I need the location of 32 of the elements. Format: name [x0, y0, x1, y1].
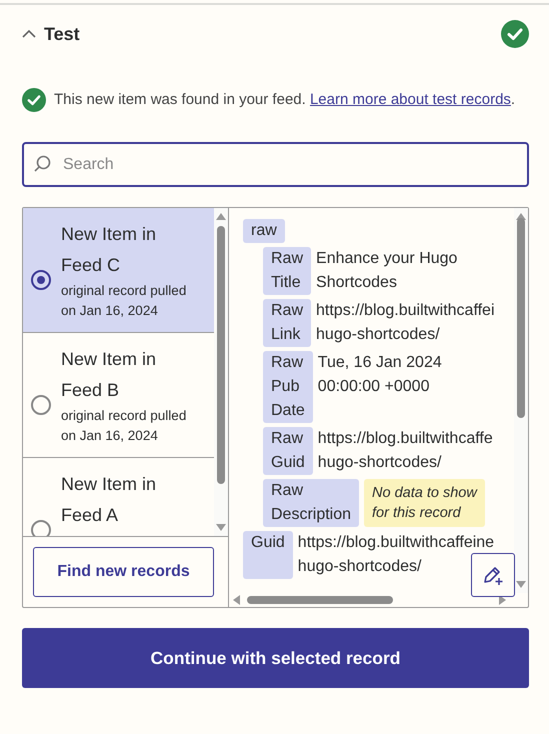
scrollbar[interactable]	[214, 208, 228, 536]
field-key: Raw Title	[263, 247, 312, 295]
find-records-button[interactable]: Find new records	[33, 547, 214, 597]
empty-value-note: No data to show for this record	[364, 479, 485, 527]
record-title: New Item in Feed A	[61, 473, 158, 527]
record-subtitle: original record pulled on Jan 16, 2024	[61, 407, 188, 445]
pencil-plus-icon	[482, 564, 504, 586]
field-key: Guid	[243, 531, 293, 579]
field-key: Raw Link	[263, 299, 312, 347]
section-toggle[interactable]: Test	[22, 20, 80, 48]
field-key: Raw Pub Date	[263, 351, 313, 423]
continue-button[interactable]: Continue with selected record	[22, 628, 529, 688]
success-check-icon	[22, 88, 46, 112]
field-key: Raw Guid	[263, 427, 313, 475]
scrollbar[interactable]	[514, 208, 528, 593]
search-field[interactable]: Search	[22, 142, 529, 187]
radio-button[interactable]	[31, 395, 51, 415]
record-subtitle: original record pulled on Jan 16, 2024	[61, 282, 188, 320]
record-title: New Item in Feed B	[61, 348, 158, 402]
radio-button[interactable]	[31, 270, 51, 290]
chevron-icon	[22, 29, 36, 39]
field-value: https://blog.builtwithcaffeine hugo-shortcodes/	[298, 533, 494, 577]
field-key: raw	[243, 219, 285, 243]
field-value: https://blog.builtwithcaffe hugo-shortcodes/	[318, 429, 493, 473]
edit-add-button[interactable]	[471, 553, 515, 597]
record-item[interactable]: New Item in Feed C original record pulled on Jan 16, 2024	[23, 208, 214, 333]
learn-more-link[interactable]: Learn more about test records	[310, 91, 511, 108]
radio-button[interactable]	[31, 520, 51, 536]
info-message: This new item was found in your feed. Learn more about test records.	[54, 90, 516, 110]
record-title: New Item in Feed C	[61, 223, 158, 277]
field-value: Tue, 16 Jan 2024 00:00:00 +0000	[318, 353, 442, 397]
field-value: https://blog.builtwithcaffei hugo-shortcodes/	[316, 301, 494, 345]
